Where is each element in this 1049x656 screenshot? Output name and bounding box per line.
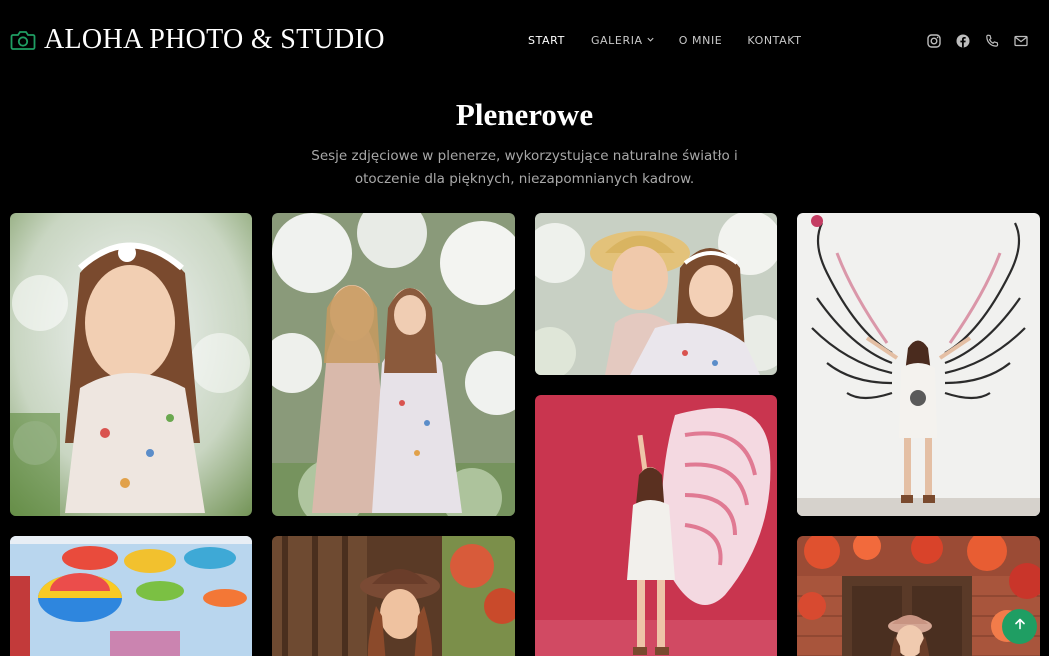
gallery-photo[interactable] — [797, 536, 1040, 656]
nav-item-galeria[interactable]: GALERIA — [591, 34, 655, 47]
gallery-photo[interactable] — [272, 536, 515, 656]
gallery-photo[interactable] — [535, 213, 777, 375]
brand-name: ALOHA PHOTO & STUDIO — [44, 24, 385, 55]
back-to-top-button[interactable] — [1002, 609, 1037, 644]
gallery-photo[interactable] — [535, 395, 777, 656]
site-header: ALOHA PHOTO & STUDIO START GALERIA O MNI… — [0, 0, 1049, 82]
nav-item-o-mnie[interactable]: O MNIE — [679, 34, 723, 47]
gallery-photo[interactable] — [10, 536, 252, 656]
envelope-icon[interactable] — [1013, 33, 1029, 49]
instagram-icon[interactable] — [926, 33, 942, 49]
section-description: Sesje zdjęciowe w plenerze, wykorzystują… — [311, 148, 738, 187]
phone-icon[interactable] — [984, 33, 1000, 49]
facebook-icon[interactable] — [955, 33, 971, 49]
social-links — [926, 33, 1029, 49]
nav-item-kontakt[interactable]: KONTAKT — [747, 34, 801, 47]
section-title: Plenerowe — [455, 97, 594, 132]
brand-logo[interactable]: ALOHA PHOTO & STUDIO — [10, 24, 385, 56]
nav-item-label: GALERIA — [590, 34, 643, 47]
gallery-photo[interactable] — [797, 213, 1040, 516]
camera-icon — [10, 29, 36, 51]
nav-item-start[interactable]: START — [528, 34, 565, 47]
arrow-up-icon — [1013, 617, 1027, 636]
gallery-photo[interactable] — [10, 213, 252, 516]
main-nav: START GALERIA O MNIE KONTAKT — [528, 34, 802, 47]
gallery-photo[interactable] — [272, 213, 515, 516]
chevron-down-icon — [646, 34, 655, 47]
